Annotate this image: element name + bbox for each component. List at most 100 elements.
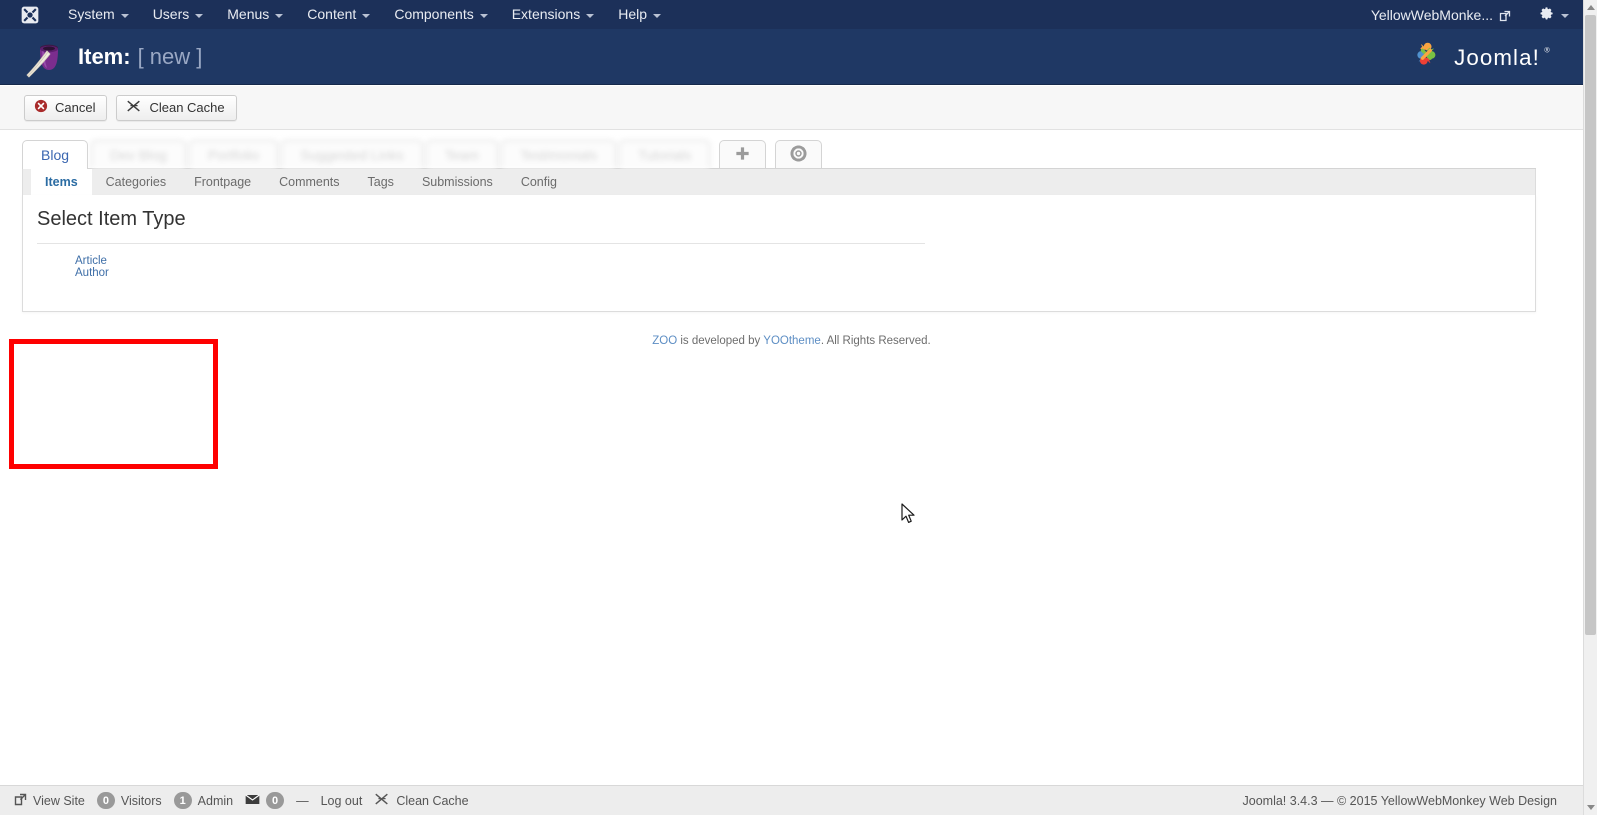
subtab-submissions[interactable]: Submissions — [408, 169, 507, 195]
visitors-count-badge: 0 — [96, 792, 115, 809]
subtab-items[interactable]: Items — [31, 169, 92, 195]
menu-components-label: Components — [394, 6, 474, 22]
visitors-status: 0 Visitors — [96, 792, 162, 809]
tab-dev-blog[interactable]: Dev Blog — [91, 140, 186, 168]
copyright-text: Joomla! 3.4.3 — © 2015 YellowWebMonkey W… — [1242, 793, 1557, 808]
subtab-tags-label: Tags — [367, 175, 394, 189]
page-title-label: Item: — [78, 43, 131, 69]
menu-extensions[interactable]: Extensions — [500, 0, 606, 29]
menu-menus[interactable]: Menus — [215, 0, 295, 29]
chevron-down-icon — [362, 13, 371, 18]
menu-users[interactable]: Users — [141, 0, 216, 29]
subtab-config[interactable]: Config — [507, 169, 571, 195]
status-bar: View Site 0 Visitors 1 Admin 0 — Log out… — [0, 785, 1583, 815]
chevron-down-icon — [1586, 805, 1595, 810]
credit-mid: is developed by — [677, 335, 764, 347]
visitors-label: Visitors — [120, 793, 162, 808]
view-site-link[interactable]: View Site — [14, 793, 85, 809]
gear-icon — [1539, 6, 1554, 24]
external-link-icon — [1499, 9, 1511, 21]
menu-extensions-label: Extensions — [511, 6, 581, 22]
tab-suggested-links-label: Suggested Links — [300, 146, 404, 163]
clean-cache-button[interactable]: Clean Cache — [116, 94, 237, 121]
tab-team[interactable]: Team — [425, 140, 498, 168]
svg-text:®: ® — [1544, 46, 1550, 54]
tab-suggested-links[interactable]: Suggested Links — [281, 140, 423, 168]
subtab-tags[interactable]: Tags — [354, 169, 408, 195]
cancel-button[interactable]: Cancel — [24, 94, 108, 121]
subtab-config-label: Config — [520, 175, 557, 189]
clean-cache-link[interactable]: Clean Cache — [374, 792, 469, 810]
admin-options-menu[interactable] — [1521, 6, 1583, 24]
tab-tutorials[interactable]: Tutorials — [619, 140, 711, 168]
subtab-items-label: Items — [45, 175, 78, 189]
tab-tutorials-label: Tutorials — [638, 146, 692, 163]
scrollbar-up-arrow[interactable] — [1584, 0, 1597, 15]
tab-testimonials[interactable]: Testimonials — [500, 140, 616, 168]
admin-count-badge: 1 — [173, 792, 192, 809]
menu-content-label: Content — [307, 6, 357, 22]
svg-text:Joomla!: Joomla! — [1454, 45, 1540, 70]
menu-content[interactable]: Content — [295, 0, 382, 29]
status-separator: — — [296, 793, 309, 808]
application-settings-tab[interactable] — [775, 140, 823, 168]
item-type-list: Article Author — [75, 255, 109, 280]
yootheme-link[interactable]: YOOtheme — [763, 335, 821, 347]
select-item-type-panel: Select Item Type Article Author — [22, 195, 1536, 312]
scrollbar-down-arrow[interactable] — [1584, 800, 1597, 815]
admin-bar-right: YellowWebMonke... — [1361, 0, 1583, 29]
broom-icon — [374, 792, 390, 810]
chevron-up-icon — [1586, 5, 1595, 10]
add-application-tab[interactable] — [719, 140, 767, 168]
menu-menus-label: Menus — [227, 6, 270, 22]
item-type-article[interactable]: Article — [75, 255, 109, 267]
menu-components[interactable]: Components — [382, 0, 499, 29]
tab-testimonials-label: Testimonials — [519, 146, 597, 163]
page-title-state: [ new ] — [137, 43, 203, 69]
chevron-down-icon — [195, 13, 204, 18]
external-link-icon — [14, 793, 27, 809]
annotation-rectangle — [9, 339, 218, 469]
admin-label: Admin — [197, 793, 234, 808]
cancel-button-label: Cancel — [55, 100, 96, 115]
envelope-icon — [245, 794, 260, 808]
joomla-mark-icon[interactable] — [20, 5, 40, 25]
logout-label: Log out — [320, 793, 363, 808]
menu-system-label: System — [68, 6, 115, 22]
zoo-credit-line: ZOO is developed by YOOtheme. All Rights… — [0, 335, 1583, 347]
logout-link[interactable]: Log out — [321, 794, 363, 808]
page-scrollbar[interactable] — [1583, 0, 1597, 815]
page-header: Item: [ new ] Joomla! ® — [0, 29, 1583, 85]
menu-system[interactable]: System — [56, 0, 141, 29]
section-tabs: Items Categories Frontpage Comments Tags… — [22, 169, 1536, 195]
subtab-submissions-label: Submissions — [421, 175, 493, 189]
menu-help[interactable]: Help — [606, 0, 673, 29]
tab-blog[interactable]: Blog — [22, 140, 89, 169]
tab-portfolio[interactable]: Portfolio — [188, 140, 279, 168]
subtab-comments[interactable]: Comments — [265, 169, 353, 195]
page-title: Item: [ new ] — [78, 44, 202, 70]
view-site-label: View Site — [33, 793, 85, 808]
cancel-circle-icon — [34, 99, 48, 116]
chevron-down-icon — [479, 13, 488, 18]
messages-count-badge: 0 — [266, 792, 285, 809]
site-name-link[interactable]: YellowWebMonke... — [1361, 7, 1521, 23]
scrollbar-thumb[interactable] — [1585, 15, 1596, 635]
subtab-categories-label: Categories — [105, 175, 167, 189]
credit-tail: . All Rights Reserved. — [820, 335, 931, 347]
menu-users-label: Users — [152, 6, 190, 22]
tab-portfolio-label: Portfolio — [207, 146, 260, 163]
tab-team-label: Team — [444, 146, 479, 163]
messages-status[interactable]: 0 — [245, 792, 285, 809]
broom-icon — [126, 99, 142, 117]
joomla-logo: Joomla! ® — [1413, 38, 1565, 76]
divider — [37, 243, 925, 244]
subtab-categories[interactable]: Categories — [92, 169, 180, 195]
chevron-down-icon — [586, 13, 595, 18]
site-name-label: YellowWebMonke... — [1370, 6, 1493, 23]
zoo-link[interactable]: ZOO — [652, 335, 677, 347]
application-tabs: Blog Dev Blog Portfolio Suggested Links … — [22, 138, 1536, 169]
toolbar: Cancel Clean Cache — [0, 86, 1583, 130]
item-type-author[interactable]: Author — [75, 267, 109, 279]
subtab-frontpage[interactable]: Frontpage — [180, 169, 265, 195]
